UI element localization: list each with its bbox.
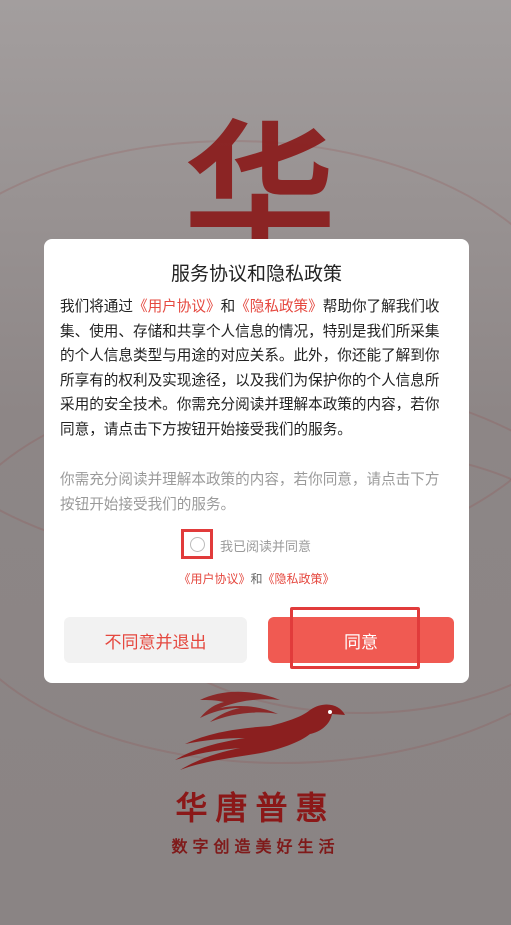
privacy-dialog: 服务协议和隐私政策 我们将通过《用户协议》和《隐私政策》帮助你了解我们收集、使用… — [44, 239, 469, 683]
agreement-links: 《用户协议》和《隐私政策》 — [44, 570, 469, 587]
decline-exit-button[interactable]: 不同意并退出 — [64, 617, 247, 663]
consent-row: 我已阅读并同意 — [44, 529, 469, 565]
radio-circle-icon — [189, 536, 205, 552]
user-agreement-link-small[interactable]: 《用户协议》 — [178, 572, 250, 586]
consent-label[interactable]: 我已阅读并同意 — [220, 536, 311, 555]
agree-button[interactable]: 同意 — [268, 617, 454, 663]
consent-checkbox[interactable] — [181, 529, 213, 559]
consent-hint: 你需充分阅读并理解本政策的内容，若你同意，请点击下方按钮开始接受我们的服务。 — [60, 471, 440, 513]
dialog-body: 我们将通过《用户协议》和《隐私政策》帮助你了解我们收集、使用、存储和共享个人信息… — [60, 295, 453, 442]
user-agreement-link[interactable]: 《用户协议》 — [133, 298, 221, 315]
body-text-part: 帮助你了解我们收集、使用、存储和共享个人信息的情况，特别是我们所采集的个人信息类… — [60, 298, 440, 438]
links-and-text: 和 — [250, 572, 263, 586]
body-text-part: 我们将通过 — [60, 298, 133, 315]
privacy-policy-link-small[interactable]: 《隐私政策》 — [263, 572, 335, 586]
dialog-title: 服务协议和隐私政策 — [170, 263, 342, 285]
privacy-policy-link[interactable]: 《隐私政策》 — [235, 298, 323, 315]
body-text-part: 和 — [220, 298, 236, 315]
